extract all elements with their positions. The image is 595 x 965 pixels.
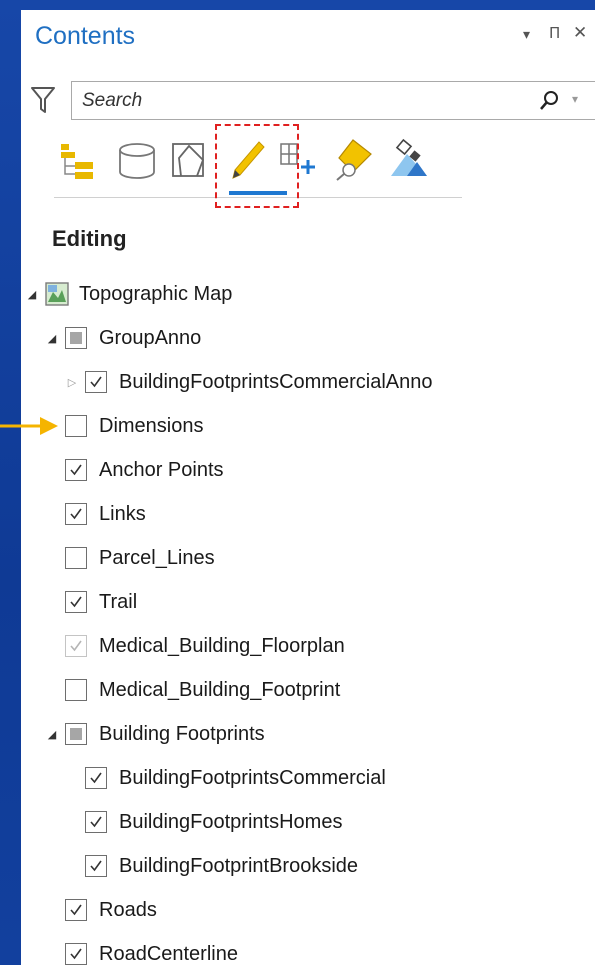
layer-row[interactable]: Roads xyxy=(45,890,157,930)
data-source-icon[interactable] xyxy=(111,134,159,184)
layer-label: BuildingFootprintsCommercial xyxy=(119,766,386,789)
checkmark-icon xyxy=(90,376,102,388)
layer-label: BuildingFootprintsCommercialAnno xyxy=(119,370,433,393)
map-icon xyxy=(45,282,69,306)
layer-label: Building Footprints xyxy=(99,722,265,745)
layer-checkbox-checked[interactable] xyxy=(85,811,107,833)
layer-label: RoadCenterline xyxy=(99,942,238,965)
collapse-arrow-icon[interactable]: ▷ xyxy=(65,375,79,389)
layer-label: Dimensions xyxy=(99,414,204,437)
layer-checkbox-checked[interactable] xyxy=(65,899,87,921)
search-field: ▾ xyxy=(71,81,595,120)
layer-label: Links xyxy=(99,502,146,525)
search-options-chevron-icon[interactable]: ▾ xyxy=(572,92,578,106)
section-title: Editing xyxy=(52,226,127,251)
layer-label: Parcel_Lines xyxy=(99,546,215,569)
layer-label: Topographic Map xyxy=(79,282,233,305)
layer-row[interactable]: BuildingFootprintBrookside xyxy=(65,846,358,886)
expand-arrow-icon[interactable]: ◢ xyxy=(25,287,39,301)
checkmark-icon xyxy=(70,948,82,960)
checkmark-icon xyxy=(90,772,102,784)
pin-icon[interactable]: Π xyxy=(549,24,560,42)
checkmark-icon xyxy=(70,596,82,608)
checkmark-icon xyxy=(70,640,82,652)
layer-checkbox-checked[interactable] xyxy=(65,635,87,657)
editing-tab-highlight xyxy=(215,124,299,208)
layer-label: Medical_Building_Footprint xyxy=(99,678,341,701)
layer-checkbox-partial[interactable] xyxy=(65,327,87,349)
checkmark-icon xyxy=(90,816,102,828)
checkmark-icon xyxy=(70,508,82,520)
layer-label: GroupAnno xyxy=(99,326,202,349)
layer-checkbox-checked[interactable] xyxy=(65,459,87,481)
layer-label: Anchor Points xyxy=(99,458,224,481)
search-input[interactable] xyxy=(82,82,522,119)
layer-label: Medical_Building_Floorplan xyxy=(99,634,345,657)
layer-checkbox-checked[interactable] xyxy=(65,943,87,965)
expand-arrow-icon[interactable]: ◢ xyxy=(45,727,59,741)
layer-row[interactable]: BuildingFootprintsHomes xyxy=(65,802,342,842)
layer-row[interactable]: Anchor Points xyxy=(45,450,224,490)
search-icon[interactable] xyxy=(538,90,560,112)
satellite-icon[interactable] xyxy=(385,134,433,184)
layer-checkbox[interactable] xyxy=(65,547,87,569)
layer-row[interactable]: Links xyxy=(45,494,146,534)
layer-row[interactable]: ◢ Building Footprints xyxy=(45,714,265,754)
checkmark-icon xyxy=(70,464,82,476)
layer-label: Trail xyxy=(99,590,138,613)
arrow-right-icon xyxy=(0,417,58,435)
layer-row[interactable]: Parcel_Lines xyxy=(45,538,215,578)
layer-checkbox-checked[interactable] xyxy=(85,371,107,393)
layer-row[interactable]: Dimensions xyxy=(45,406,203,446)
pane-options-dropdown[interactable]: ▾ xyxy=(523,27,530,43)
layer-row[interactable]: ◢ GroupAnno xyxy=(45,318,201,358)
pane-title: Contents xyxy=(35,22,136,50)
layer-row[interactable]: ◢ Topographic Map xyxy=(25,274,232,314)
close-icon[interactable]: ✕ xyxy=(573,23,587,43)
layer-row[interactable]: Medical_Building_Footprint xyxy=(45,670,340,710)
layer-checkbox-partial[interactable] xyxy=(65,723,87,745)
filter-icon[interactable] xyxy=(31,86,55,116)
layer-label: Roads xyxy=(99,898,157,921)
layer-row[interactable]: Trail xyxy=(45,582,137,622)
layer-row[interactable]: BuildingFootprintsCommercial xyxy=(65,758,386,798)
layer-checkbox-checked[interactable] xyxy=(85,855,107,877)
labeling-icon[interactable] xyxy=(329,134,377,184)
layer-label: BuildingFootprintsHomes xyxy=(119,810,343,833)
selection-icon[interactable] xyxy=(165,134,213,184)
pane-header: Contents ▾ Π ✕ xyxy=(21,10,595,66)
layer-row[interactable]: RoadCenterline xyxy=(45,934,238,965)
checkmark-icon xyxy=(70,904,82,916)
layer-label: BuildingFootprintBrookside xyxy=(119,854,359,877)
layer-checkbox-checked[interactable] xyxy=(65,591,87,613)
layer-row[interactable]: Medical_Building_Floorplan xyxy=(45,626,345,666)
drawing-order-icon[interactable] xyxy=(57,134,105,184)
layer-checkbox[interactable] xyxy=(65,679,87,701)
layer-checkbox[interactable] xyxy=(65,415,87,437)
checkmark-icon xyxy=(90,860,102,872)
contents-pane: Contents ▾ Π ✕ ▾ xyxy=(21,10,595,965)
layer-row[interactable]: ▷ BuildingFootprintsCommercialAnno xyxy=(65,362,432,402)
layer-checkbox-checked[interactable] xyxy=(85,767,107,789)
layer-checkbox-checked[interactable] xyxy=(65,503,87,525)
expand-arrow-icon[interactable]: ◢ xyxy=(45,331,59,345)
